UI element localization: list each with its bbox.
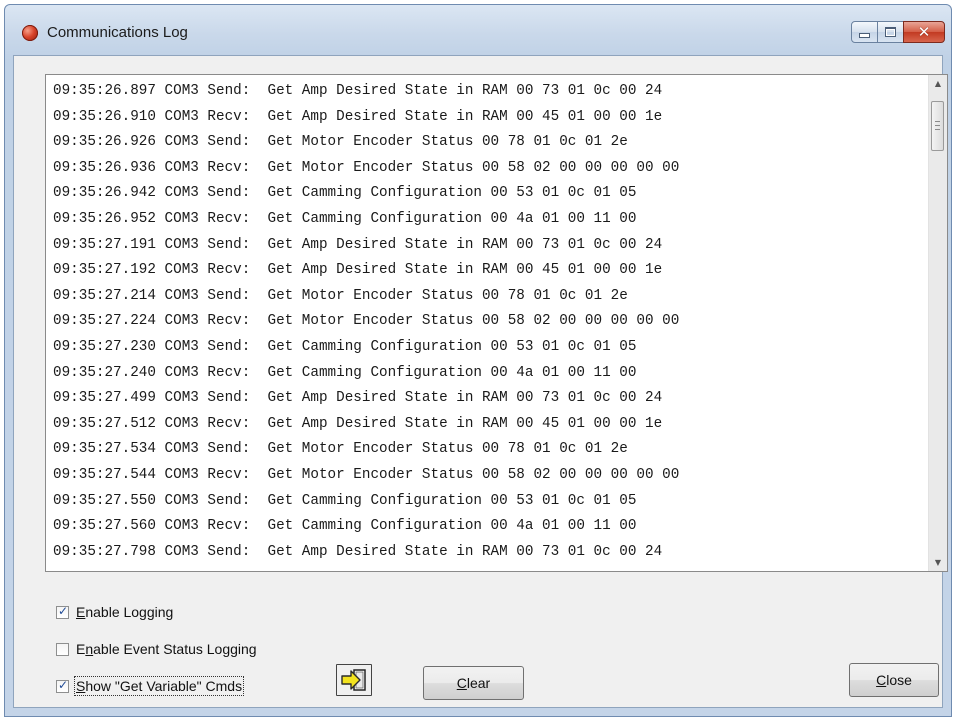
log-line[interactable]: 09:35:27.560 COM3 Recv: Get Camming Conf… <box>53 514 925 540</box>
log-lines: 09:35:26.897 COM3 Send: Get Amp Desired … <box>53 79 925 571</box>
export-log-button[interactable] <box>336 664 372 696</box>
clear-button[interactable]: Clear <box>423 666 524 700</box>
log-line[interactable]: 09:35:26.910 COM3 Recv: Get Amp Desired … <box>53 105 925 131</box>
dialog-body: 09:35:26.897 COM3 Send: Get Amp Desired … <box>13 55 948 708</box>
show-get-variable-cmds-checkbox[interactable]: ✓ <box>56 677 69 693</box>
log-line[interactable]: 09:35:26.942 COM3 Send: Get Camming Conf… <box>53 181 925 207</box>
show-get-variable-cmds-label: Show "Get Variable" Cmds <box>73 676 245 696</box>
scroll-down-arrow-icon[interactable]: ▼ <box>929 554 947 571</box>
show-get-variable-cmds-option[interactable]: ✓ Show "Get Variable" Cmds <box>56 676 245 696</box>
log-line[interactable]: 09:35:27.550 COM3 Send: Get Camming Conf… <box>53 489 925 515</box>
log-line[interactable]: 09:35:26.936 COM3 Recv: Get Motor Encode… <box>53 156 925 182</box>
title-bar[interactable]: Communications Log ✕ <box>5 5 951 55</box>
close-icon: ✕ <box>917 22 931 41</box>
export-to-file-icon <box>341 669 366 691</box>
log-line[interactable]: 09:35:27.512 COM3 Recv: Get Amp Desired … <box>53 412 925 438</box>
window-title: Communications Log <box>47 24 188 41</box>
log-line[interactable]: 09:35:27.499 COM3 Send: Get Amp Desired … <box>53 386 925 412</box>
enable-event-status-logging-option[interactable]: Enable Event Status Logging <box>56 641 257 657</box>
scroll-up-arrow-icon[interactable]: ▲ <box>929 75 947 92</box>
log-line[interactable]: 09:35:26.897 COM3 Send: Get Amp Desired … <box>53 79 925 105</box>
maximize-button[interactable] <box>877 21 904 43</box>
log-line[interactable]: 09:35:27.191 COM3 Send: Get Amp Desired … <box>53 233 925 259</box>
close-button[interactable]: Close <box>849 663 939 697</box>
caption-buttons: ✕ <box>851 21 945 43</box>
checkmark-icon: ✓ <box>58 603 69 618</box>
enable-event-status-logging-checkbox[interactable] <box>56 642 69 656</box>
log-line[interactable]: 09:35:27.224 COM3 Recv: Get Motor Encode… <box>53 309 925 335</box>
communications-log-window: Communications Log ✕ 09:35:26.897 COM3 S… <box>4 4 952 717</box>
vertical-scrollbar[interactable]: ▲ ▼ <box>928 75 947 571</box>
log-listbox[interactable]: 09:35:26.897 COM3 Send: Get Amp Desired … <box>45 74 948 572</box>
checkmark-icon: ✓ <box>58 677 69 692</box>
enable-logging-option[interactable]: ✓ Enable Logging <box>56 604 173 620</box>
log-line[interactable]: 09:35:27.544 COM3 Recv: Get Motor Encode… <box>53 463 925 489</box>
minimize-icon <box>859 32 870 38</box>
log-line[interactable]: 09:35:27.192 COM3 Recv: Get Amp Desired … <box>53 258 925 284</box>
log-line[interactable]: 09:35:27.240 COM3 Recv: Get Camming Conf… <box>53 361 925 387</box>
log-line[interactable]: 09:35:26.952 COM3 Recv: Get Camming Conf… <box>53 207 925 233</box>
enable-logging-label: Enable Logging <box>76 604 174 620</box>
log-line[interactable]: 09:35:27.798 COM3 Send: Get Amp Desired … <box>53 540 925 566</box>
log-line[interactable]: 09:35:27.214 COM3 Send: Get Motor Encode… <box>53 284 925 310</box>
minimize-button[interactable] <box>851 21 878 43</box>
app-icon <box>22 25 38 41</box>
close-window-button[interactable]: ✕ <box>903 21 945 43</box>
log-line[interactable]: 09:35:27.230 COM3 Send: Get Camming Conf… <box>53 335 925 361</box>
scrollbar-thumb[interactable] <box>931 101 944 151</box>
maximize-icon <box>885 27 896 37</box>
log-line[interactable]: 09:35:26.926 COM3 Send: Get Motor Encode… <box>53 130 925 156</box>
log-line[interactable]: 09:35:27.534 COM3 Send: Get Motor Encode… <box>53 437 925 463</box>
enable-logging-checkbox[interactable]: ✓ <box>56 603 69 619</box>
enable-event-status-logging-label: Enable Event Status Logging <box>76 641 257 657</box>
